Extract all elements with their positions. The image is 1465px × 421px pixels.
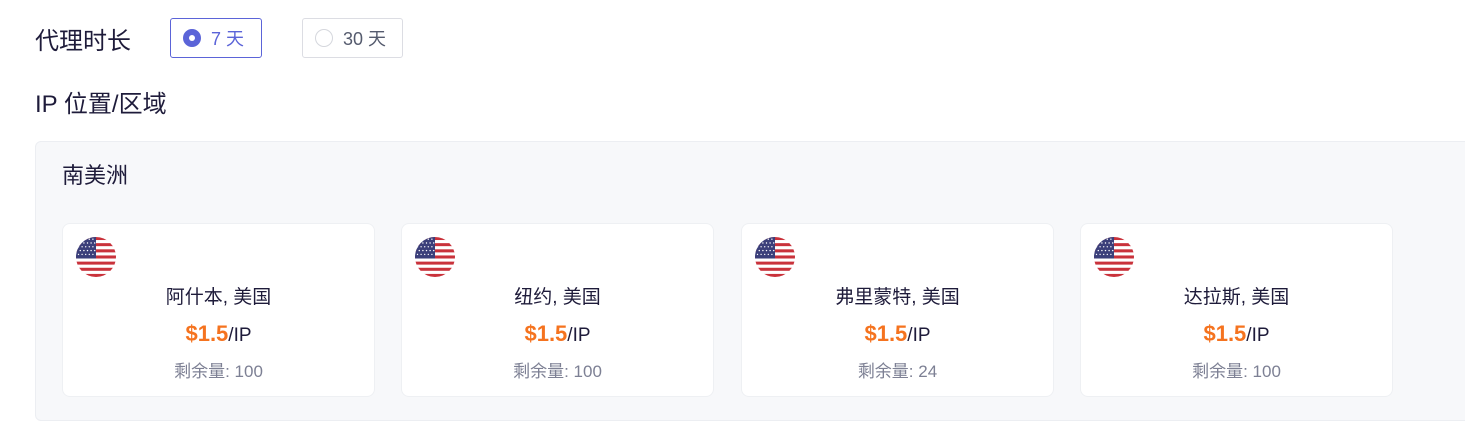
card-price-line: $1.5/IP xyxy=(742,321,1053,347)
card-price-unit: /IP xyxy=(1246,325,1270,346)
card-price: $1.5 xyxy=(1203,321,1247,346)
us-flag-icon xyxy=(76,237,116,277)
location-card[interactable]: 达拉斯, 美国 $1.5/IP 剩余量: 100 xyxy=(1080,223,1393,397)
card-price-line: $1.5/IP xyxy=(1081,321,1392,347)
location-section-title: IP 位置/区域 xyxy=(35,91,167,118)
us-flag-icon xyxy=(1094,237,1134,277)
location-card[interactable]: 纽约, 美国 $1.5/IP 剩余量: 100 xyxy=(401,223,714,397)
duration-label: 代理时长 xyxy=(35,27,131,55)
card-stock: 剩余量: 100 xyxy=(1192,362,1281,381)
location-card[interactable]: 阿什本, 美国 $1.5/IP 剩余量: 100 xyxy=(62,223,375,397)
card-price-unit: /IP xyxy=(228,325,252,346)
card-city: 阿什本, 美国 xyxy=(165,287,272,308)
duration-option-label: 30 天 xyxy=(343,29,387,49)
card-city: 纽约, 美国 xyxy=(514,287,601,308)
card-city: 弗里蒙特, 美国 xyxy=(835,287,960,308)
card-price-line: $1.5/IP xyxy=(402,321,713,347)
region-title: 南美洲 xyxy=(62,163,129,188)
duration-selector: 代理时长 7 天 30 天 xyxy=(35,18,403,58)
us-flag-icon xyxy=(415,237,455,277)
card-price: $1.5 xyxy=(524,321,568,346)
card-stock: 剩余量: 100 xyxy=(174,362,263,381)
radio-selected-icon xyxy=(183,29,201,47)
duration-option-7-days[interactable]: 7 天 xyxy=(170,18,262,58)
radio-unselected-icon xyxy=(315,29,333,47)
card-stock: 剩余量: 100 xyxy=(513,362,602,381)
duration-option-30-days[interactable]: 30 天 xyxy=(302,18,403,58)
card-price: $1.5 xyxy=(864,321,908,346)
card-stock: 剩余量: 24 xyxy=(857,362,938,381)
card-price: $1.5 xyxy=(185,321,229,346)
us-flag-icon xyxy=(755,237,795,277)
card-price-line: $1.5/IP xyxy=(63,321,374,347)
card-price-unit: /IP xyxy=(567,325,591,346)
duration-option-label: 7 天 xyxy=(211,29,245,49)
region-panel: 南美洲 阿什本, 美国 $1.5/IP 剩余量: 100 纽约, 美国 $1.5… xyxy=(35,141,1465,421)
card-price-unit: /IP xyxy=(907,325,931,346)
location-card[interactable]: 弗里蒙特, 美国 $1.5/IP 剩余量: 24 xyxy=(741,223,1054,397)
card-city: 达拉斯, 美国 xyxy=(1183,287,1290,308)
